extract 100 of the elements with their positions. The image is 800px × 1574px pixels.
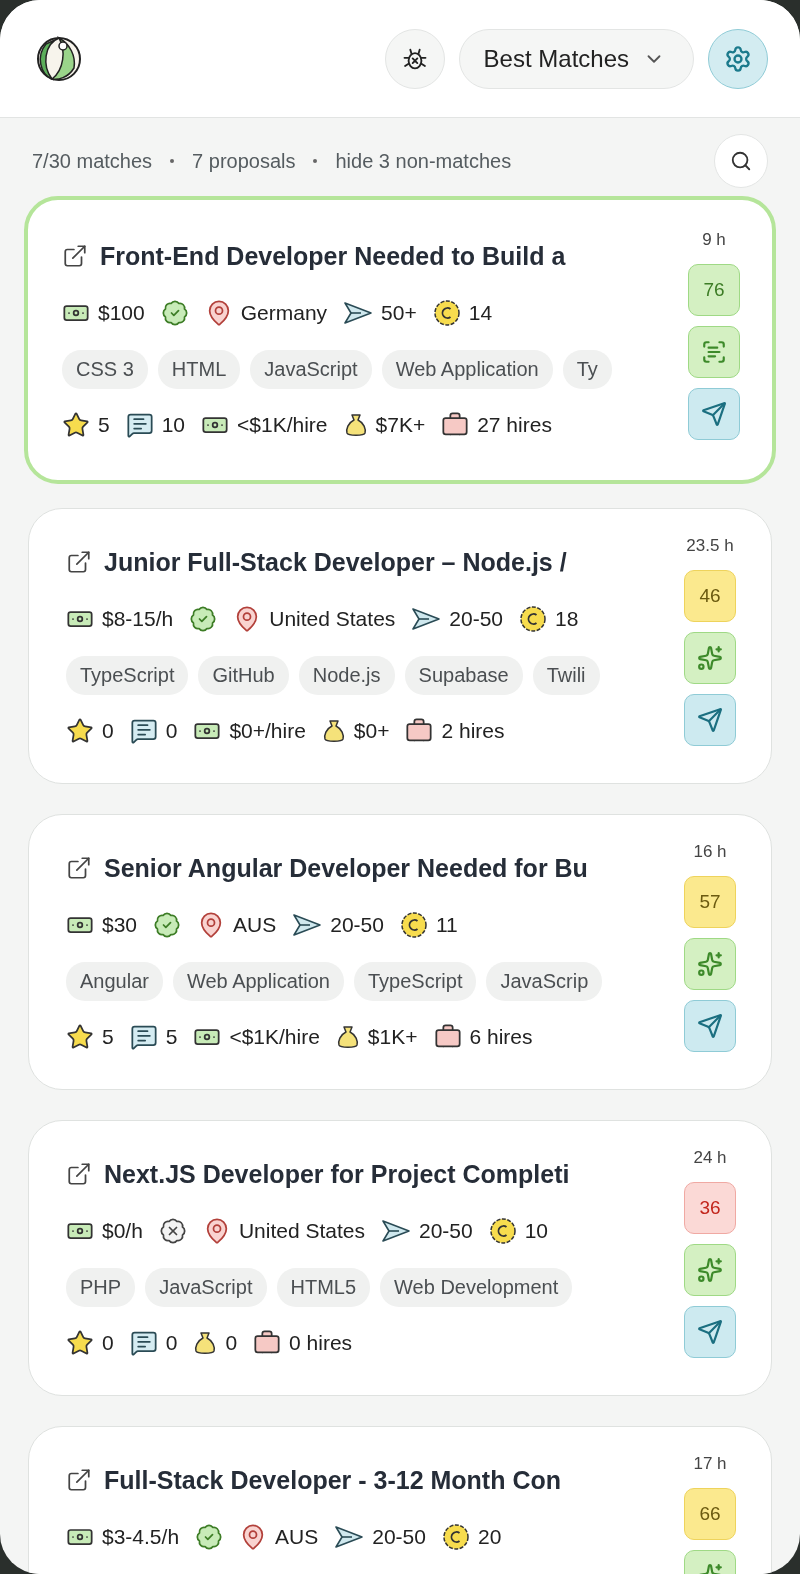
external-link-icon[interactable] [66,549,92,575]
job-card[interactable]: Front-End Developer Needed to Build a $100 Germany 50+ 14 CSS 3 HTML JavaScript Web Application Ty 5 10 <$1K/hire $7K+ 27 hires 9 h 76 [24,196,776,484]
budget-text: $3-4.5/h [102,1525,180,1549]
location-text: AUS [233,913,277,937]
job-title[interactable]: Next.JS Developer for Project Completi [104,1159,570,1189]
star-icon [66,1329,94,1357]
money-bag-icon [343,412,368,438]
message-icon [129,717,158,745]
summary-text: 7/30 matches [32,149,153,173]
skill-tag: Supabase [404,655,523,695]
job-card[interactable]: Junior Full-Stack Developer – Node.js / $8-15/h United States 20-50 18 TypeScript GitHub Node.js Supabase Twili 0 0 $0+/hire $0+ 2 hires 23.5 h 46 [28,508,772,784]
skill-tag: HTML [157,349,241,389]
skill-tag: Twili [532,655,600,695]
paper-plane-icon [334,1524,365,1550]
external-link-icon[interactable] [66,1161,92,1187]
send-icon [697,1319,723,1345]
posted-age: 23.5 h [686,536,734,557]
sparkle-button[interactable] [684,632,736,684]
job-title[interactable]: Junior Full-Stack Developer – Node.js / [104,547,567,577]
scan-button[interactable] [688,326,740,378]
send-button[interactable] [684,694,736,746]
spent-text: $0+ [353,719,390,743]
job-card[interactable]: Next.JS Developer for Project Completi $0/h United States 20-50 10 PHP JavaScript HTML5 Web Development 0 0 0 0 hires 24 h 36 [28,1120,772,1396]
summary-text[interactable]: hide 3 non-matches [335,149,512,173]
connects-text: 10 [524,1219,549,1243]
beach-ball-logo [36,35,82,82]
sparkle-button[interactable] [684,1244,736,1296]
connects-text: 18 [555,607,579,631]
check-badge-icon [195,1523,224,1551]
hires-text: 6 hires [469,1025,533,1049]
proposals-text: 50+ [381,301,417,325]
posted-age: 9 h [702,230,726,251]
spent-text: $1K+ [367,1025,418,1049]
rating-text: 5 [102,1025,114,1049]
match-score: 76 [688,264,740,316]
send-button[interactable] [684,1306,736,1358]
spent-text: $7K+ [375,413,426,437]
job-title[interactable]: Full-Stack Developer - 3-12 Month Con [104,1465,561,1495]
job-title[interactable]: Front-End Developer Needed to Build a [100,241,566,271]
match-score: 36 [684,1182,736,1234]
posted-age: 16 h [693,842,727,863]
skill-tag: CSS 3 [62,349,148,389]
skill-tag: Node.js [298,655,395,695]
skill-tag: Angular [66,961,163,1001]
external-link-icon[interactable] [66,855,92,881]
match-score: 66 [684,1488,736,1540]
sparkle-button[interactable] [684,938,736,990]
check-badge-icon [153,911,182,939]
reviews-text: 5 [165,1025,178,1049]
star-icon [66,717,94,745]
proposals-text: 20-50 [372,1525,426,1549]
coin-icon [519,605,548,633]
connects-text: 20 [477,1525,502,1549]
hires-text: 0 hires [289,1331,353,1355]
posted-age: 17 h [693,1454,727,1475]
match-score: 46 [684,570,736,622]
money-bag-icon [321,718,346,744]
sort-dropdown[interactable]: Best Matches [458,28,694,89]
skill-tag: TypeScript [354,961,477,1001]
money-bag-icon [335,1024,360,1050]
reviews-text: 0 [165,719,178,743]
rating-text: 0 [102,1331,114,1355]
match-score: 57 [684,876,736,928]
skill-tag: TypeScript [66,655,189,695]
proposals-text: 20-50 [418,1219,473,1243]
connects-text: 14 [468,301,493,325]
rating-text: 5 [98,413,110,437]
search-icon [730,150,752,172]
connects-text: 11 [435,913,458,937]
scan-text-icon [701,339,727,365]
paper-plane-icon [380,1218,411,1244]
sparkle-icon [697,645,723,671]
job-title[interactable]: Senior Angular Developer Needed for Bu [104,853,588,883]
send-icon [697,707,723,733]
proposals-text: 20-50 [330,913,384,937]
coin-icon [399,911,428,939]
send-button[interactable] [684,1000,736,1052]
location-text: Germany [240,301,328,325]
location-text: United States [238,1219,365,1243]
summary-text: 7 proposals [192,149,296,173]
hires-text: 2 hires [441,719,505,743]
coin-icon [441,1523,470,1551]
skill-tag: PHP [66,1267,136,1307]
location-text: United States [269,607,396,631]
x-badge-icon [158,1217,187,1245]
message-icon [129,1023,158,1051]
skill-tag: GitHub [198,655,289,695]
budget-text: $30 [102,913,138,937]
paper-plane-icon [411,606,442,632]
external-link-icon[interactable] [66,1467,92,1493]
posted-age: 24 h [693,1148,727,1169]
job-card[interactable]: Senior Angular Developer Needed for Bu $30 AUS 20-50 11 Angular Web Application TypeScript JavaScrip 5 5 <$1K/hire $1K+ 6 hires 16 h 57 [28,814,772,1090]
budget-text: $8-15/h [102,607,174,631]
message-icon [125,411,154,439]
skill-tag: JavaScript [145,1267,267,1307]
send-button[interactable] [688,388,740,440]
job-card[interactable]: Full-Stack Developer - 3-12 Month Con $3-4.5/h AUS 20-50 20 17 h 66 [28,1426,772,1574]
external-link-icon[interactable] [62,243,88,269]
spent-text: 0 [225,1331,238,1355]
rating-text: 0 [102,719,114,743]
